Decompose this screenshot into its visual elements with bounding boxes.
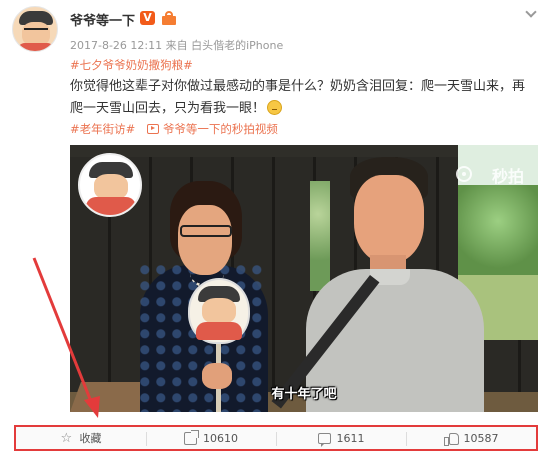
comment-count: 1611 [336, 431, 365, 445]
video-link-label: 爷爷等一下的秒拍视频 [162, 122, 278, 136]
footer-tag-link[interactable]: #老年街访# [70, 122, 135, 136]
verified-badge-icon: V [140, 11, 155, 25]
video-subtitle: 有十年了吧 [271, 387, 337, 402]
action-bar: ☆ 收藏 10610 1611 10587 [14, 425, 538, 451]
post-meta: 2017-8-26 12:11 来自 白头偕老的iPhone [70, 39, 284, 52]
video-brand-watermark: 秒拍 [491, 167, 524, 186]
repost-button[interactable]: 10610 [146, 427, 276, 449]
like-button[interactable]: 10587 [406, 427, 536, 449]
gift-icon [161, 11, 177, 25]
favorite-label: 收藏 [79, 432, 102, 445]
author-avatar[interactable] [12, 6, 58, 52]
chevron-down-icon[interactable] [526, 8, 536, 18]
share-icon [184, 429, 199, 445]
thumbs-up-icon [443, 432, 459, 446]
favorite-button[interactable]: ☆ 收藏 [16, 427, 146, 449]
sad-face-emoji-icon [267, 100, 283, 115]
repost-count: 10610 [203, 431, 238, 445]
channel-logo [78, 153, 142, 217]
topic-tag-link[interactable]: #七夕爷爷奶奶撒狗粮# [70, 58, 193, 72]
post-text: 你觉得他这辈子对你做过最感动的事是什么？奶奶含泪回复：爬一天雪山来，再爬一天雪山… [70, 79, 526, 116]
like-count: 10587 [463, 431, 499, 445]
video-link[interactable]: 爷爷等一下的秒拍视频 [146, 122, 278, 136]
miaopai-logo-icon [456, 166, 472, 182]
comment-button[interactable]: 1611 [276, 427, 406, 449]
cartoon-fan-image [188, 278, 250, 344]
star-icon: ☆ [60, 430, 73, 446]
comment-icon [317, 432, 331, 447]
video-player[interactable]: 秒拍 有十年了吧 [70, 145, 538, 412]
post-content: 你觉得他这辈子对你做过最感动的事是什么？奶奶含泪回复：爬一天雪山来，再爬一天雪山… [70, 76, 532, 120]
author-name[interactable]: 爷爷等一下 [70, 10, 135, 29]
video-icon [146, 124, 159, 134]
